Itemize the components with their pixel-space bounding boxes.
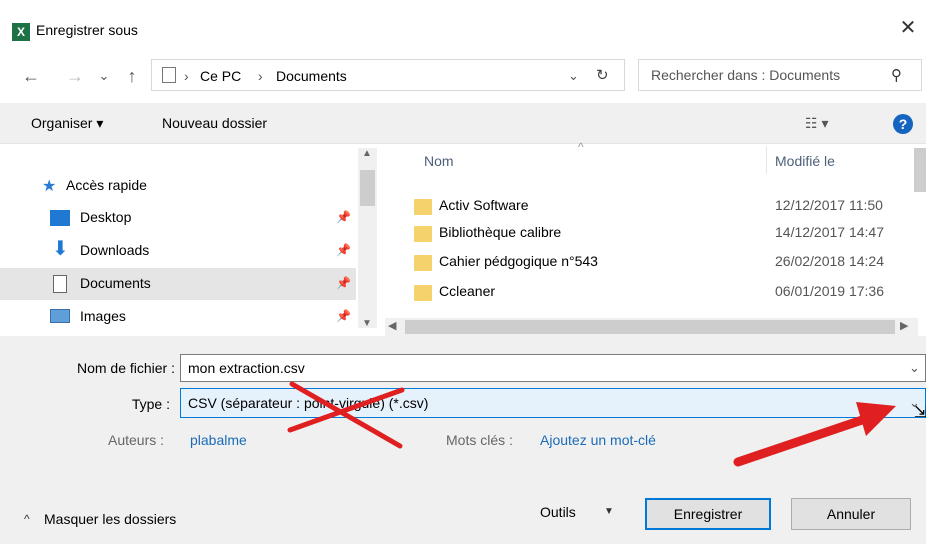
red-arrow-mark — [733, 402, 896, 467]
cross-out-mark — [287, 381, 405, 449]
mouse-cursor-icon: ⇲ — [914, 404, 926, 421]
annotation-overlay — [287, 381, 896, 467]
